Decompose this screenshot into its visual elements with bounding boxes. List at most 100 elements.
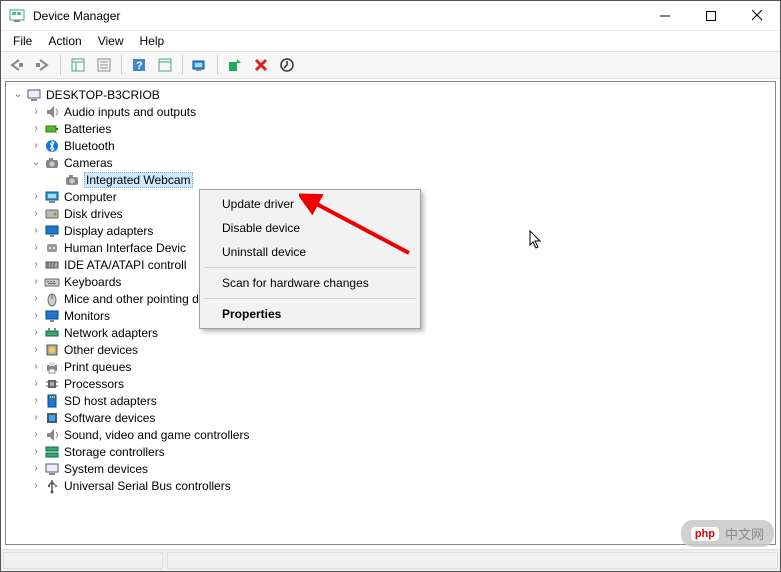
- update-driver-button[interactable]: [275, 54, 299, 76]
- tree-category[interactable]: ›Universal Serial Bus controllers: [6, 477, 775, 494]
- menu-separator: [204, 267, 416, 268]
- tree-category-label: Print queues: [64, 360, 131, 374]
- computer-icon: [44, 189, 60, 205]
- tree-category[interactable]: › System devices: [6, 460, 775, 477]
- chevron-right-icon[interactable]: ›: [30, 242, 42, 254]
- tree-category[interactable]: ›Other devices: [6, 341, 775, 358]
- chevron-right-icon[interactable]: ›: [30, 395, 42, 407]
- menu-help[interactable]: Help: [132, 32, 173, 50]
- sound-icon: [44, 427, 60, 443]
- toolbar-separator: [121, 55, 122, 75]
- menu-update-driver[interactable]: Update driver: [202, 192, 418, 216]
- chevron-right-icon[interactable]: ›: [30, 225, 42, 237]
- menu-view[interactable]: View: [90, 32, 132, 50]
- tree-category[interactable]: › Bluetooth: [6, 137, 775, 154]
- context-menu: Update driver Disable device Uninstall d…: [199, 189, 421, 329]
- back-button[interactable]: [5, 54, 29, 76]
- display-icon: [44, 223, 60, 239]
- chevron-right-icon[interactable]: ›: [30, 259, 42, 271]
- action-button[interactable]: [153, 54, 177, 76]
- tree-category-label: Computer: [64, 190, 117, 204]
- tree-category[interactable]: › Audio inputs and outputs: [6, 103, 775, 120]
- tree-category-label: Processors: [64, 377, 124, 391]
- chevron-right-icon[interactable]: ›: [30, 140, 42, 152]
- tree-root[interactable]: ⌄ DESKTOP-B3CRIOB: [6, 86, 775, 103]
- tree-category-label: Human Interface Devic: [64, 241, 186, 255]
- tree-category[interactable]: ›Batteries: [6, 120, 775, 137]
- chevron-right-icon[interactable]: ›: [30, 480, 42, 492]
- chevron-right-icon[interactable]: ›: [30, 191, 42, 203]
- watermark-logo: php: [691, 527, 719, 541]
- chevron-right-icon[interactable]: ›: [30, 429, 42, 441]
- uninstall-device-button[interactable]: [249, 54, 273, 76]
- tree-category[interactable]: ›Storage controllers: [6, 443, 775, 460]
- app-icon: [9, 8, 25, 24]
- chevron-right-icon[interactable]: ›: [30, 106, 42, 118]
- chevron-right-icon[interactable]: ›: [30, 344, 42, 356]
- show-hide-tree-button[interactable]: [66, 54, 90, 76]
- minimize-button[interactable]: [642, 1, 688, 31]
- chevron-right-icon[interactable]: ›: [30, 378, 42, 390]
- menu-uninstall-device[interactable]: Uninstall device: [202, 240, 418, 264]
- chevron-down-icon[interactable]: ⌄: [30, 157, 42, 169]
- computer-icon: [26, 87, 42, 103]
- tree-category[interactable]: ⌄Cameras: [6, 154, 775, 171]
- hid-icon: [44, 240, 60, 256]
- close-button[interactable]: [734, 1, 780, 31]
- menu-file[interactable]: File: [5, 32, 40, 50]
- watermark: php 中文网: [681, 520, 774, 547]
- spacer: [50, 174, 62, 186]
- chevron-right-icon[interactable]: ›: [30, 463, 42, 475]
- chevron-right-icon[interactable]: ›: [30, 208, 42, 220]
- chevron-right-icon[interactable]: ›: [30, 412, 42, 424]
- chevron-right-icon[interactable]: ›: [30, 446, 42, 458]
- help-button[interactable]: ?: [127, 54, 151, 76]
- tree-category-label: IDE ATA/ATAPI controll: [64, 258, 186, 272]
- maximize-button[interactable]: [688, 1, 734, 31]
- tree-category-label: Network adapters: [64, 326, 158, 340]
- menu-scan-hardware[interactable]: Scan for hardware changes: [202, 271, 418, 295]
- tree-category-label: Sound, video and game controllers: [64, 428, 249, 442]
- tree-category-label: Audio inputs and outputs: [64, 105, 196, 119]
- toolbar: ?: [1, 51, 780, 79]
- window-title: Device Manager: [33, 9, 120, 23]
- watermark-text: 中文网: [725, 524, 764, 543]
- chevron-right-icon[interactable]: ›: [30, 310, 42, 322]
- tree-category[interactable]: › Sound, video and game controllers: [6, 426, 775, 443]
- scan-hardware-button[interactable]: [188, 54, 212, 76]
- toolbar-separator: [60, 55, 61, 75]
- toolbar-separator: [182, 55, 183, 75]
- properties-button[interactable]: [92, 54, 116, 76]
- audio-icon: [44, 104, 60, 120]
- tree-category-label: SD host adapters: [64, 394, 157, 408]
- chevron-right-icon[interactable]: ›: [30, 361, 42, 373]
- forward-button[interactable]: [31, 54, 55, 76]
- network-icon: [44, 325, 60, 341]
- tree-device[interactable]: Integrated Webcam: [6, 171, 775, 188]
- tree-category[interactable]: › SD host adapters: [6, 392, 775, 409]
- printer-icon: [44, 359, 60, 375]
- tree-category-label: Disk drives: [64, 207, 123, 221]
- tree-category-label: Monitors: [64, 309, 110, 323]
- menu-properties[interactable]: Properties: [202, 302, 418, 326]
- enable-device-button[interactable]: [223, 54, 247, 76]
- tree-category-label: Bluetooth: [64, 139, 115, 153]
- battery-icon: [44, 121, 60, 137]
- tree-category[interactable]: › Processors: [6, 375, 775, 392]
- sd-icon: [44, 393, 60, 409]
- tree-category[interactable]: ›Software devices: [6, 409, 775, 426]
- menu-disable-device[interactable]: Disable device: [202, 216, 418, 240]
- camera-icon: [64, 172, 80, 188]
- bluetooth-icon: [44, 138, 60, 154]
- chevron-right-icon[interactable]: ›: [30, 123, 42, 135]
- toolbar-separator: [217, 55, 218, 75]
- chevron-down-icon[interactable]: ⌄: [12, 89, 24, 101]
- tree-category-label: System devices: [64, 462, 148, 476]
- chevron-right-icon[interactable]: ›: [30, 327, 42, 339]
- camera-icon: [44, 155, 60, 171]
- chevron-right-icon[interactable]: ›: [30, 293, 42, 305]
- chevron-right-icon[interactable]: ›: [30, 276, 42, 288]
- menu-action[interactable]: Action: [40, 32, 89, 50]
- tree-category[interactable]: › Print queues: [6, 358, 775, 375]
- ide-icon: [44, 257, 60, 273]
